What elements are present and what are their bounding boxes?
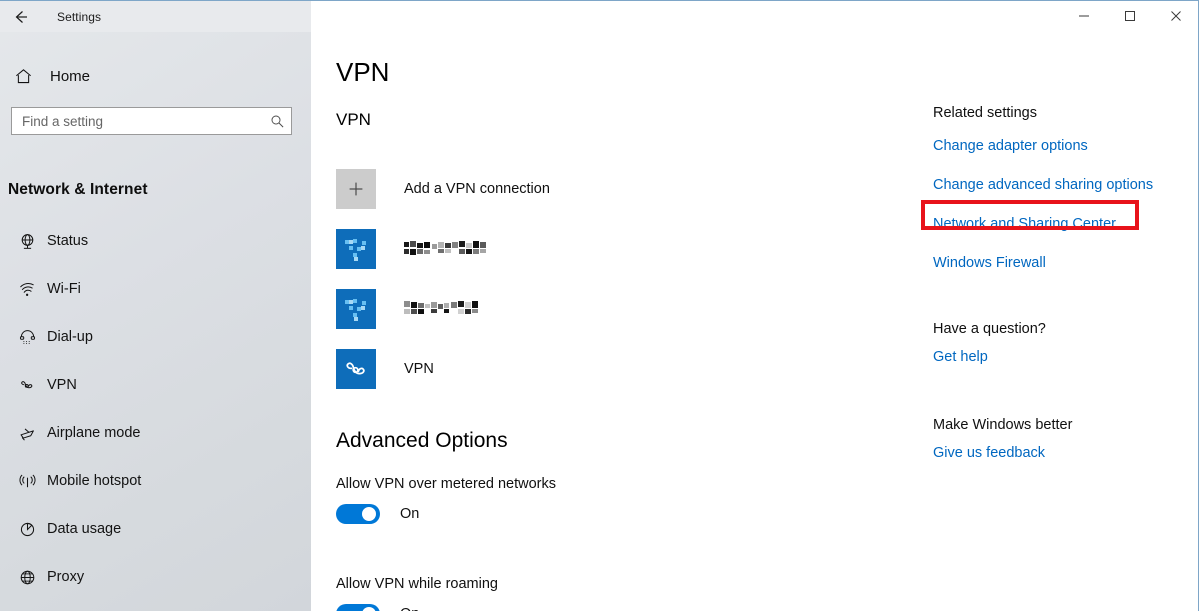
vpn-connection-name: VPN (404, 361, 434, 377)
link-give-us-feedback[interactable]: Give us feedback (933, 445, 1072, 461)
make-windows-better-heading: Make Windows better (933, 417, 1073, 433)
plus-icon (336, 169, 376, 209)
vpn-icon (7, 376, 47, 395)
sidebar-category-title: Network & Internet (8, 181, 148, 198)
vpn-connection-list: Add a VPN connection VPN (336, 159, 756, 399)
vpn-connection-icon (336, 229, 376, 269)
sidebar-item-proxy[interactable]: Proxy (0, 553, 311, 601)
sidebar-item-status[interactable]: Status (0, 217, 311, 265)
vpn-connection-name-redacted (404, 240, 494, 258)
sidebar-item-label: Mobile hotspot (47, 473, 142, 489)
vpn-connection-item[interactable] (336, 219, 756, 279)
globe-icon (7, 568, 47, 587)
sidebar-item-wifi[interactable]: Wi-Fi (0, 265, 311, 313)
have-a-question-section: Have a question? Get help (933, 321, 1046, 365)
link-windows-firewall[interactable]: Windows Firewall (933, 255, 1153, 271)
vpn-connection-icon (336, 349, 376, 389)
option-toggle-row: On (336, 504, 556, 524)
option-toggle-row: On (336, 604, 498, 611)
vpn-roaming-toggle[interactable] (336, 604, 380, 611)
sidebar-item-label: Dial-up (47, 329, 93, 345)
sidebar-item-label: Proxy (47, 569, 85, 585)
make-windows-better-section: Make Windows better Give us feedback (933, 417, 1072, 461)
option-label: Allow VPN while roaming (336, 576, 498, 592)
search-input[interactable] (12, 108, 263, 134)
link-get-help[interactable]: Get help (933, 349, 1046, 365)
title-bar-left: Settings (0, 1, 311, 32)
option-vpn-roaming: Allow VPN while roaming On (336, 576, 498, 611)
minimize-icon (1078, 10, 1090, 22)
search-icon[interactable] (263, 114, 291, 129)
vpn-connection-name-redacted (404, 300, 482, 318)
sidebar-item-label: Airplane mode (47, 425, 141, 441)
sidebar-item-mobile-hotspot[interactable]: Mobile hotspot (0, 457, 311, 505)
metered-networks-toggle[interactable] (336, 504, 380, 524)
page-title: VPN (336, 57, 390, 87)
title-bar: Settings (0, 1, 1198, 32)
sidebar-item-home[interactable]: Home (0, 56, 311, 96)
sidebar-item-airplane-mode[interactable]: Airplane mode (0, 409, 311, 457)
back-button[interactable] (0, 1, 42, 32)
app-title: Settings (57, 9, 102, 24)
have-a-question-heading: Have a question? (933, 321, 1046, 337)
related-settings-section: Related settings Change adapter options … (921, 105, 1153, 294)
home-icon (0, 67, 46, 86)
wifi-icon (7, 280, 47, 299)
advanced-options-title: Advanced Options (336, 429, 508, 452)
toggle-state-label: On (400, 606, 419, 611)
option-label: Allow VPN over metered networks (336, 476, 556, 492)
search-box[interactable] (11, 107, 292, 135)
sidebar-item-label: Status (47, 233, 89, 249)
back-arrow-icon (11, 7, 31, 27)
add-vpn-connection-label: Add a VPN connection (404, 181, 550, 197)
link-change-advanced-sharing-options[interactable]: Change advanced sharing options (933, 177, 1153, 193)
sidebar-nav: Status Wi-Fi Dial-up VPN Airplane mode M… (0, 217, 311, 601)
toggle-knob (362, 507, 376, 521)
sidebar: Home Network & Internet (0, 32, 311, 611)
sidebar-item-label: Data usage (47, 521, 122, 537)
globe-status-icon (7, 232, 47, 251)
maximize-button[interactable] (1107, 1, 1153, 31)
add-vpn-connection-button[interactable]: Add a VPN connection (336, 159, 756, 219)
option-metered-networks: Allow VPN over metered networks On (336, 476, 556, 524)
related-settings-heading: Related settings (933, 105, 1037, 121)
close-button[interactable] (1153, 1, 1198, 31)
vpn-connection-icon (336, 289, 376, 329)
toggle-knob (362, 607, 376, 611)
hotspot-icon (7, 472, 47, 491)
toggle-state-label: On (400, 506, 420, 522)
vpn-connection-item[interactable] (336, 279, 756, 339)
link-network-and-sharing-center[interactable]: Network and Sharing Center (933, 216, 1153, 232)
right-rail: Related settings Change adapter options … (921, 32, 1198, 611)
sidebar-item-vpn[interactable]: VPN (0, 361, 311, 409)
vpn-section-heading: VPN (336, 110, 371, 129)
sidebar-item-data-usage[interactable]: Data usage (0, 505, 311, 553)
link-change-adapter-options[interactable]: Change adapter options (933, 138, 1153, 154)
pie-chart-icon (7, 520, 47, 539)
home-label: Home (50, 67, 91, 85)
sidebar-item-label: Wi-Fi (47, 281, 81, 297)
vpn-connection-item[interactable]: VPN (336, 339, 756, 399)
close-icon (1170, 10, 1182, 22)
settings-window: Settings Home Find a setting Network & I… (0, 0, 1199, 611)
dialup-phone-icon (7, 328, 47, 347)
sidebar-item-label: VPN (47, 377, 77, 393)
maximize-icon (1124, 10, 1136, 22)
window-controls (311, 1, 1198, 32)
minimize-button[interactable] (1061, 1, 1107, 31)
airplane-icon (7, 424, 47, 443)
sidebar-item-dialup[interactable]: Dial-up (0, 313, 311, 361)
